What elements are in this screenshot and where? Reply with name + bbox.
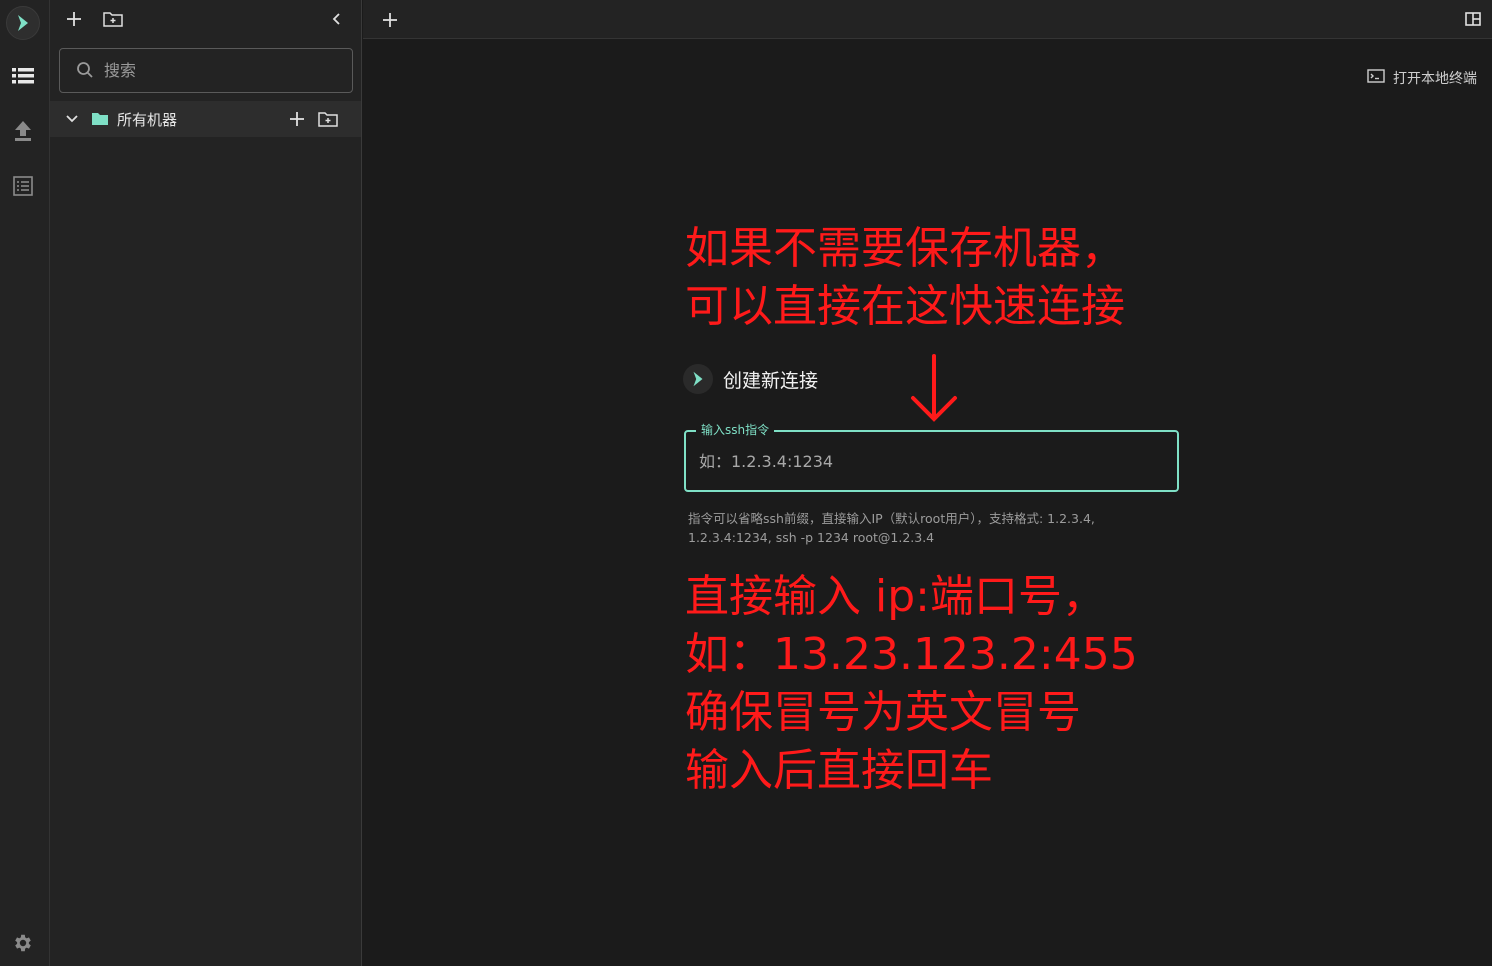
add-machine-button[interactable] (61, 6, 87, 32)
add-tab-button[interactable] (377, 7, 403, 33)
ssh-format-hint: 指令可以省略ssh前缀，直接输入IP（默认root用户），支持格式: 1.2.3… (688, 509, 1158, 547)
hint-line: 指令可以省略ssh前缀，直接输入IP（默认root用户），支持格式: 1.2.3… (688, 511, 1095, 526)
add-folder-button[interactable] (100, 6, 126, 32)
new-connection-title: 创建新连接 (723, 369, 819, 392)
app-window: 所有机器 打开本地终端 (0, 0, 1492, 966)
log-list-icon[interactable] (10, 173, 36, 199)
collapse-sidebar-button[interactable] (324, 6, 350, 32)
add-subfolder-button[interactable] (317, 108, 339, 130)
new-connection-header: 创建新连接 (683, 364, 818, 394)
terminal-icon (1367, 69, 1385, 87)
annotation-input-instructions: 直接输入 ip:端口号， 如：13.23.123.2:455 确保冒号为英文冒号… (685, 568, 1138, 800)
tree-root-all-machines[interactable]: 所有机器 (50, 101, 361, 137)
search-icon (76, 61, 94, 83)
add-machine-to-group-button[interactable] (286, 108, 308, 130)
annotation-line: 直接输入 ip:端口号， (685, 571, 1106, 622)
settings-gear-icon[interactable] (10, 930, 36, 956)
sidebar-toolbar (50, 0, 362, 38)
folder-icon (92, 111, 108, 130)
main-panel: 打开本地终端 如果不需要保存机器， 可以直接在这快速连接 创建新连接 输入ssh… (363, 0, 1492, 966)
machine-list-icon[interactable] (10, 63, 36, 89)
ssh-command-field[interactable]: 输入ssh指令 (684, 421, 1179, 492)
tree-root-label: 所有机器 (117, 111, 178, 129)
annotation-line: 可以直接在这快速连接 (685, 281, 1125, 332)
annotation-line: 如果不需要保存机器， (685, 223, 1125, 274)
annotation-line: 确保冒号为英文冒号 (685, 687, 1081, 738)
tab-bar (363, 0, 1492, 39)
connection-logo-icon (683, 364, 713, 394)
open-local-terminal-button[interactable]: 打开本地终端 (1367, 68, 1477, 88)
ssh-command-input[interactable] (699, 432, 1169, 490)
red-arrow-down-icon (908, 352, 960, 428)
annotation-quick-connect: 如果不需要保存机器， 可以直接在这快速连接 (685, 220, 1125, 336)
split-layout-icon[interactable] (1462, 8, 1484, 30)
activity-bar (0, 0, 50, 966)
upload-icon[interactable] (10, 118, 36, 144)
annotation-line: 如：13.23.123.2:455 (685, 629, 1138, 680)
sidebar: 所有机器 (50, 0, 362, 966)
search-input[interactable] (104, 49, 344, 92)
hint-line: 1.2.3.4:1234, ssh -p 1234 root@1.2.3.4 (688, 530, 935, 545)
annotation-line: 输入后直接回车 (685, 745, 993, 796)
app-logo-icon[interactable] (6, 6, 40, 40)
search-box[interactable] (59, 48, 353, 93)
open-local-terminal-label: 打开本地终端 (1393, 71, 1477, 87)
chevron-down-icon[interactable] (65, 111, 79, 130)
